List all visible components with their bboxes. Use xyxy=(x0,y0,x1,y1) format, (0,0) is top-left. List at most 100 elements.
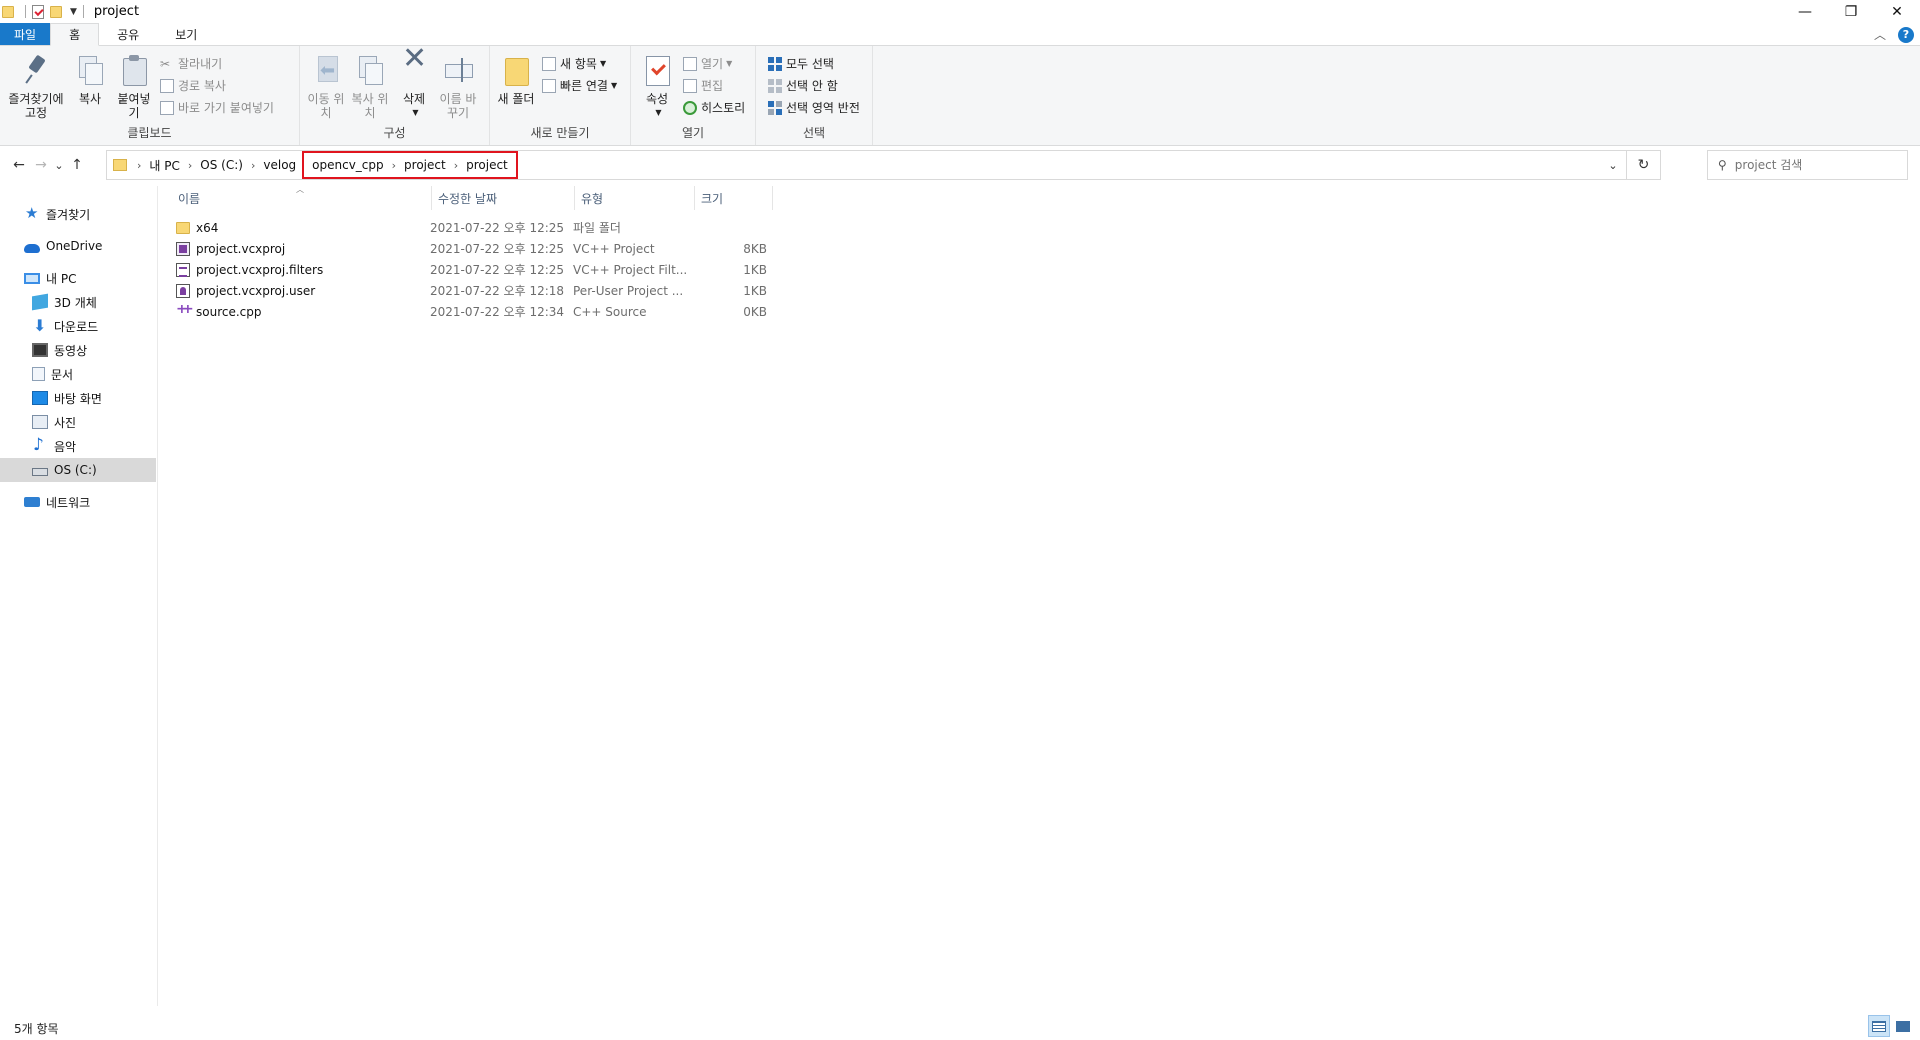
invert-selection-icon xyxy=(768,100,782,115)
breadcrumb-opencv-cpp[interactable]: opencv_cpp xyxy=(308,158,387,172)
history-button[interactable]: 히스토리 xyxy=(683,98,745,117)
breadcrumb-project[interactable]: project xyxy=(400,158,450,172)
details-view-button[interactable] xyxy=(1868,1015,1890,1037)
organize-group-label: 구성 xyxy=(383,126,406,140)
tab-file[interactable]: 파일 xyxy=(0,23,51,45)
breadcrumb-project-current[interactable]: project xyxy=(462,158,512,172)
minimize-ribbon-chevron-icon[interactable]: ︿ xyxy=(1874,26,1886,43)
select-all-label: 모두 선택 xyxy=(786,57,834,71)
nav-item-3d-objects[interactable]: 3D 개체 xyxy=(0,290,156,314)
nav-item-network[interactable]: 네트워크 xyxy=(0,490,156,514)
nav-item-videos[interactable]: 동영상 xyxy=(0,338,156,362)
new-folder-icon[interactable] xyxy=(50,5,62,18)
column-header-type[interactable]: 유형 xyxy=(575,186,695,210)
address-dropdown-chevron-icon[interactable]: ⌄ xyxy=(1600,159,1626,172)
cpp-icon xyxy=(176,305,194,319)
file-name: x64 xyxy=(196,220,219,235)
cut-label: 잘라내기 xyxy=(178,57,223,71)
nav-item-onedrive[interactable]: OneDrive xyxy=(0,234,156,258)
file-row[interactable]: x64 2021-07-22 오후 12:25 파일 폴더 xyxy=(176,217,767,238)
copy-to-label: 복사 위치 xyxy=(351,92,389,120)
file-date: 2021-07-22 오후 12:18 xyxy=(430,284,565,298)
file-date: 2021-07-22 오후 12:25 xyxy=(430,242,565,256)
clipboard-group-label: 클립보드 xyxy=(127,126,172,140)
nav-item-desktop[interactable]: 바탕 화면 xyxy=(0,386,156,410)
edit-button[interactable]: 편집 xyxy=(683,76,745,95)
folder-icon xyxy=(2,5,14,18)
nav-item-downloads[interactable]: 다운로드 xyxy=(0,314,156,338)
properties-icon[interactable] xyxy=(32,4,44,19)
file-type: VC++ Project Filt... xyxy=(573,262,688,277)
nav-item-documents[interactable]: 문서 xyxy=(0,362,156,386)
title-bar: ▼ project — ❐ ✕ xyxy=(0,0,1920,23)
column-header-name[interactable]: 이름 xyxy=(176,186,432,210)
nav-item-label: OneDrive xyxy=(46,239,103,253)
select-all-button[interactable]: 모두 선택 xyxy=(768,54,860,73)
nav-item-label: 문서 xyxy=(51,367,74,382)
file-type: VC++ Project xyxy=(573,241,655,256)
copy-path-button[interactable]: 경로 복사 xyxy=(160,76,274,95)
search-input[interactable] xyxy=(1734,158,1895,172)
file-size: 0KB xyxy=(743,304,767,319)
breadcrumb-this-pc[interactable]: 내 PC xyxy=(145,157,183,174)
large-icons-view-button[interactable] xyxy=(1892,1015,1914,1037)
new-item-button[interactable]: 새 항목 ▼ xyxy=(542,54,617,73)
nav-item-this-pc[interactable]: 내 PC xyxy=(0,266,156,290)
breadcrumb-drive-c[interactable]: OS (C:) xyxy=(196,158,247,172)
help-icon[interactable]: ? xyxy=(1898,26,1914,43)
column-header-date[interactable]: 수정한 날짜 xyxy=(432,186,575,210)
easy-access-button[interactable]: 빠른 연결 ▼ xyxy=(542,76,617,95)
file-name: source.cpp xyxy=(196,304,262,319)
address-bar[interactable]: › 내 PC › OS (C:) › velog opencv_cpp › pr… xyxy=(106,150,1661,180)
breadcrumb-separator[interactable]: › xyxy=(388,159,400,172)
chevron-down-icon: ▼ xyxy=(610,81,618,90)
file-row[interactable]: project.vcxproj.filters 2021-07-22 오후 12… xyxy=(176,259,767,280)
search-box[interactable]: ⚲ xyxy=(1707,150,1908,180)
up-arrow-icon[interactable]: ↑ xyxy=(66,157,88,173)
nav-item-music[interactable]: 음악 xyxy=(0,434,156,458)
recent-locations-chevron-icon[interactable]: ⌄ xyxy=(52,159,66,172)
move-to-label: 이동 위치 xyxy=(307,92,345,120)
nav-item-drive-c[interactable]: OS (C:) xyxy=(0,458,156,482)
new-group-label: 새로 만들기 xyxy=(530,126,590,140)
breadcrumb-separator[interactable]: › xyxy=(133,159,145,172)
nav-item-quick-access[interactable]: 즐겨찾기 xyxy=(0,202,156,226)
cut-button[interactable]: ✂ 잘라내기 xyxy=(160,54,274,73)
tab-view[interactable]: 보기 xyxy=(157,23,215,45)
invert-selection-button[interactable]: 선택 영역 반전 xyxy=(768,98,860,117)
nav-item-label: 3D 개체 xyxy=(54,295,97,310)
filters-icon xyxy=(176,262,190,277)
file-date: 2021-07-22 오후 12:34 xyxy=(430,305,565,319)
search-icon: ⚲ xyxy=(1718,158,1727,172)
paste-label: 붙여넣기 xyxy=(117,92,151,120)
file-name: project.vcxproj.user xyxy=(196,283,316,298)
file-size: 1KB xyxy=(743,283,767,298)
film-icon xyxy=(32,343,48,357)
tab-home[interactable]: 홈 xyxy=(50,23,100,46)
tab-share[interactable]: 공유 xyxy=(99,23,157,45)
paste-shortcut-button[interactable]: 바로 가기 붙여넣기 xyxy=(160,98,274,117)
refresh-icon[interactable]: ↻ xyxy=(1626,151,1660,179)
breadcrumb-velog[interactable]: velog xyxy=(259,158,300,172)
select-none-label: 선택 안 함 xyxy=(786,79,838,93)
breadcrumb-separator[interactable]: › xyxy=(247,159,259,172)
history-label: 히스토리 xyxy=(701,101,746,115)
nav-item-label: OS (C:) xyxy=(54,463,97,477)
back-arrow-icon[interactable]: ← xyxy=(8,157,30,173)
customize-toolbar-chevron-icon[interactable]: ▼ xyxy=(70,7,77,17)
file-row[interactable]: project.vcxproj 2021-07-22 오후 12:25 VC++… xyxy=(176,238,767,259)
copy-path-icon xyxy=(160,78,174,93)
forward-arrow-icon[interactable]: → xyxy=(30,157,52,173)
breadcrumb-separator[interactable]: › xyxy=(184,159,196,172)
file-row[interactable]: project.vcxproj.user 2021-07-22 오후 12:18… xyxy=(176,280,767,301)
breadcrumb-separator[interactable]: › xyxy=(450,159,462,172)
close-button[interactable]: ✕ xyxy=(1874,0,1920,23)
column-header-size[interactable]: 크기 xyxy=(695,186,773,210)
nav-item-pictures[interactable]: 사진 xyxy=(0,410,156,434)
minimize-button[interactable]: — xyxy=(1782,0,1828,23)
restore-button[interactable]: ❐ xyxy=(1828,0,1874,23)
select-none-button[interactable]: 선택 안 함 xyxy=(768,76,860,95)
open-button[interactable]: 열기 ▼ xyxy=(683,54,745,73)
edit-icon xyxy=(683,78,697,93)
file-row[interactable]: source.cpp 2021-07-22 오후 12:34 C++ Sourc… xyxy=(176,301,767,322)
